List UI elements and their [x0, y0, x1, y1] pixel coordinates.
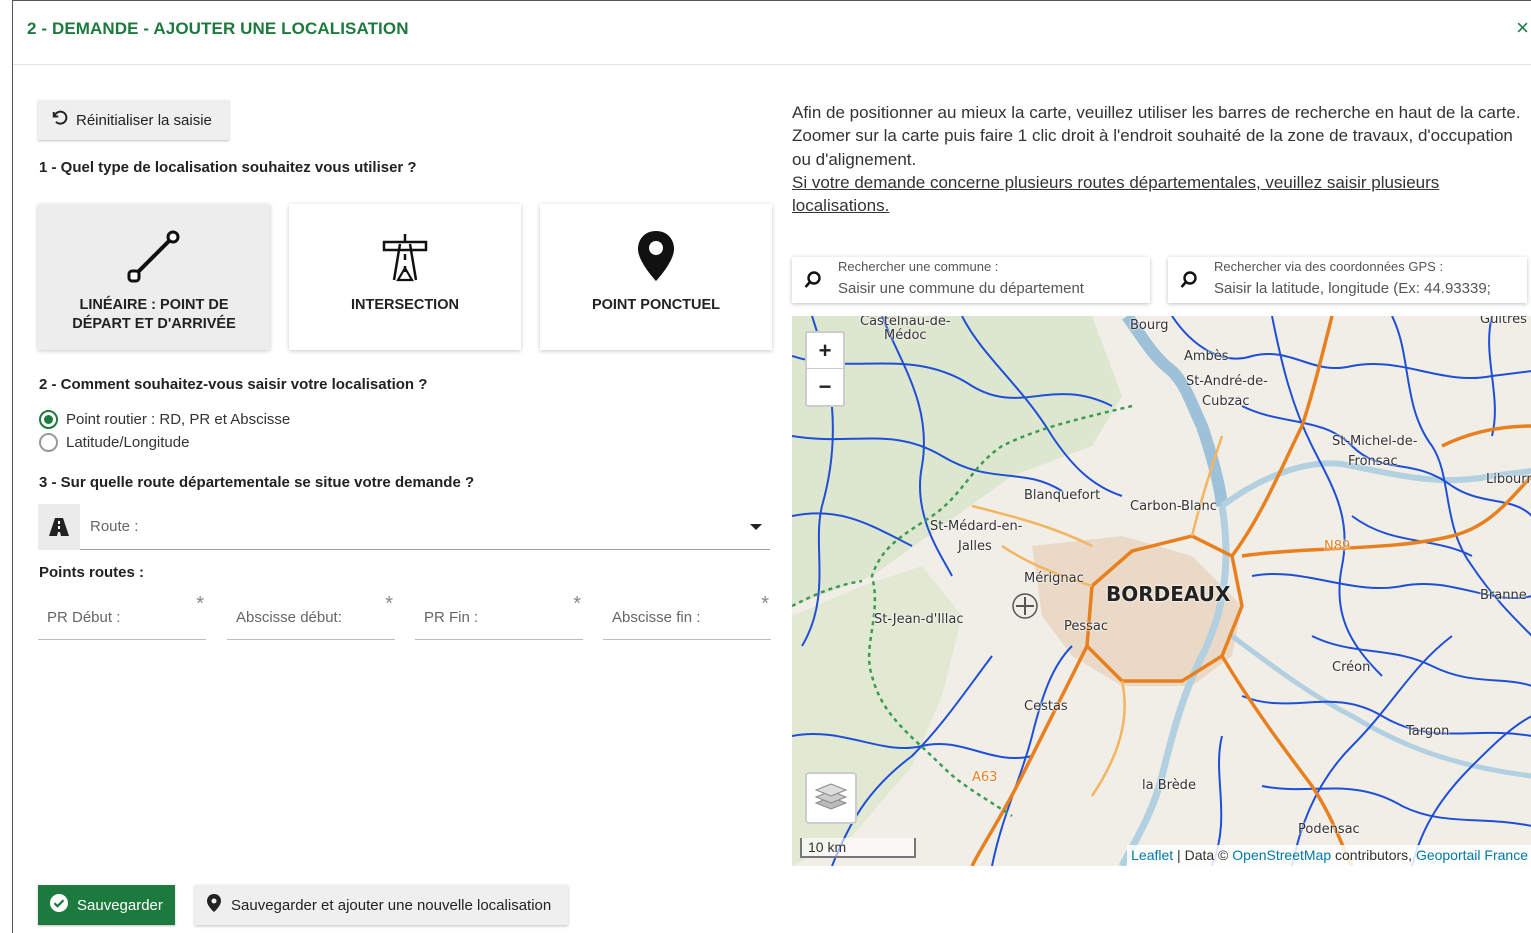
- required-icon: *: [761, 593, 769, 615]
- map-label: Fronsac: [1348, 454, 1398, 469]
- search-icon: [804, 271, 822, 294]
- modal-header: 2 - DEMANDE - AJOUTER UNE LOCALISATION ×: [13, 1, 1531, 65]
- question-1: 1 - Quel type de localisation souhaitez …: [39, 159, 417, 176]
- required-icon: *: [385, 593, 393, 615]
- question-2: 2 - Comment souhaitez-vous saisir votre …: [39, 376, 428, 393]
- save-button[interactable]: Sauvegarder: [38, 885, 175, 925]
- zoom-out-button[interactable]: −: [807, 369, 843, 405]
- type-card-intersection[interactable]: INTERSECTION: [289, 204, 521, 350]
- map-label: Carbon-Blanc: [1130, 499, 1217, 514]
- map-label: St-Michel-de-: [1332, 434, 1418, 449]
- map-label: Podensac: [1298, 822, 1360, 837]
- pr-fin-placeholder: PR Fin :: [424, 609, 479, 626]
- map-attribution: Leaflet | Data © OpenStreetMap contribut…: [1127, 845, 1531, 866]
- abscisse-fin-placeholder: Abscisse fin :: [612, 609, 701, 626]
- abscisse-debut-field[interactable]: Abscisse début: *: [227, 591, 395, 640]
- type-label: LINÉAIRE : POINT DE DÉPART ET D'ARRIVÉE: [72, 297, 236, 332]
- map-marker-icon: [207, 894, 221, 916]
- map-label: la Brède: [1142, 778, 1196, 793]
- layers-icon: [814, 781, 848, 816]
- leaflet-link[interactable]: Leaflet: [1131, 847, 1173, 863]
- required-icon: *: [573, 593, 581, 615]
- gps-search[interactable]: Rechercher via des coordonnées GPS : Sai…: [1168, 257, 1527, 303]
- question-3: 3 - Sur quelle route départementale se s…: [39, 474, 475, 491]
- radio-button[interactable]: [39, 410, 58, 429]
- map-label: St-Jean-d'Illac: [874, 612, 964, 627]
- save-label: Sauvegarder: [77, 896, 163, 914]
- instructions: Afin de positionner au mieux la carte, v…: [792, 101, 1531, 217]
- attribution-text: contributors,: [1331, 847, 1416, 863]
- map-label: A63: [972, 770, 998, 785]
- map-label: Libourne: [1486, 472, 1531, 487]
- map-label: Mérignac: [1024, 571, 1084, 586]
- instruction-line-1: Afin de positionner au mieux la carte, v…: [792, 103, 1521, 122]
- close-icon[interactable]: ×: [1516, 17, 1529, 39]
- commune-search-input[interactable]: Saisir une commune du département: [838, 280, 1138, 297]
- undo-icon: [50, 109, 68, 131]
- map-label: Cubzac: [1202, 394, 1250, 409]
- zoom-in-button[interactable]: +: [807, 333, 843, 369]
- highway-intersection-icon: [380, 204, 430, 296]
- line-segment-icon: [126, 204, 182, 296]
- map-label: St-Médard-en-: [930, 519, 1023, 534]
- map-label: Jalles: [958, 539, 992, 554]
- gps-search-input[interactable]: Saisir la latitude, longitude (Ex: 44.93…: [1214, 280, 1522, 297]
- instruction-line-2: Zoomer sur la carte puis faire 1 clic dr…: [792, 126, 1513, 169]
- abscisse-debut-placeholder: Abscisse début:: [236, 609, 342, 626]
- map-label: St-André-de-: [1186, 374, 1268, 389]
- save-add-button[interactable]: Sauvegarder et ajouter une nouvelle loca…: [195, 885, 568, 925]
- zoom-control: + −: [805, 331, 845, 407]
- abscisse-fin-field[interactable]: Abscisse fin : *: [603, 591, 771, 640]
- pr-debut-field[interactable]: PR Début : *: [38, 591, 206, 640]
- road-icon: [38, 503, 80, 550]
- map-label: Médoc: [884, 328, 927, 343]
- layers-button[interactable]: [805, 772, 857, 824]
- map-label: N89: [1324, 539, 1351, 554]
- osm-link[interactable]: OpenStreetMap: [1232, 847, 1331, 863]
- modal-title: 2 - DEMANDE - AJOUTER UNE LOCALISATION: [27, 19, 409, 38]
- radio-point-routier[interactable]: Point routier : RD, PR et Abscisse: [39, 410, 290, 429]
- pr-debut-placeholder: PR Début :: [47, 609, 121, 626]
- attribution-text: | Data ©: [1173, 847, 1233, 863]
- instruction-line-3: Si votre demande concerne plusieurs rout…: [792, 172, 1440, 216]
- radio-label: Point routier : RD, PR et Abscisse: [66, 411, 291, 428]
- commune-search-label: Rechercher une commune :: [838, 259, 999, 274]
- map-label: Cestas: [1024, 699, 1068, 714]
- map-label: Bourg: [1130, 318, 1169, 333]
- radio-label: Latitude/Longitude: [66, 434, 190, 451]
- map-label: Blanquefort: [1024, 488, 1101, 503]
- map-label: Ambès: [1184, 349, 1229, 364]
- search-icon: [1180, 271, 1198, 294]
- geoportail-link[interactable]: Geoportail France: [1416, 847, 1528, 863]
- map-label-bordeaux: BORDEAUX: [1106, 582, 1231, 606]
- type-card-lineaire[interactable]: LINÉAIRE : POINT DE DÉPART ET D'ARRIVÉE: [38, 204, 270, 350]
- save-add-label: Sauvegarder et ajouter une nouvelle loca…: [231, 896, 552, 914]
- required-icon: *: [196, 593, 204, 615]
- map-label: Guîtres: [1480, 316, 1527, 327]
- route-label: Route :: [90, 518, 139, 535]
- map-label: Créon: [1332, 660, 1371, 675]
- map-scale: 10 km: [800, 838, 916, 858]
- radio-button[interactable]: [39, 433, 58, 452]
- type-label: POINT PONCTUEL: [591, 297, 721, 313]
- gps-search-label: Rechercher via des coordonnées GPS :: [1214, 259, 1444, 274]
- reset-button[interactable]: Réinitialiser la saisie: [38, 100, 229, 140]
- points-title: Points routes :: [39, 564, 145, 581]
- chevron-down-icon[interactable]: [750, 523, 762, 530]
- map-label: Branne: [1480, 588, 1527, 603]
- route-select[interactable]: Route :: [38, 503, 770, 550]
- location-modal: 2 - DEMANDE - AJOUTER UNE LOCALISATION ×…: [12, 0, 1531, 933]
- type-card-ponctuel[interactable]: POINT PONCTUEL: [540, 204, 772, 350]
- radio-lat-long[interactable]: Latitude/Longitude: [39, 433, 189, 452]
- pr-fin-field[interactable]: PR Fin : *: [415, 591, 583, 640]
- map-marker-icon: [636, 204, 676, 296]
- commune-search[interactable]: Rechercher une commune : Saisir une comm…: [792, 257, 1150, 303]
- map[interactable]: Castelnau-de- Médoc Bourg Ambès St-André…: [792, 316, 1531, 866]
- check-circle-icon: [50, 894, 68, 916]
- map-label: Targon: [1406, 724, 1450, 739]
- reset-label: Réinitialiser la saisie: [76, 111, 212, 129]
- map-label: Pessac: [1064, 619, 1109, 634]
- type-label: INTERSECTION: [351, 297, 459, 313]
